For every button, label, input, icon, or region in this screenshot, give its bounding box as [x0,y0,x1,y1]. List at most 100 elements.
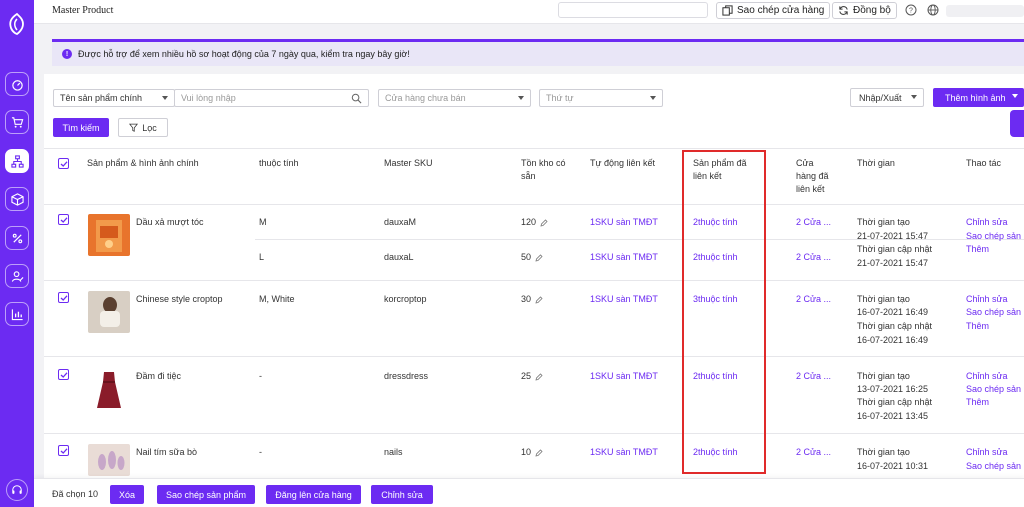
topbar: Master Product Sao chép cửa hàng Đồng bộ… [34,0,1024,24]
bulk-action-bar: Đã chọn 10 Xóa Sao chép sản phẩm Đăng lê… [34,478,1024,507]
search-input[interactable]: Vui lòng nhập [174,89,369,107]
linked-stores-value[interactable]: 2 Cửa ... [796,216,831,229]
checkbox-checked-icon [60,294,67,301]
import-export-button[interactable]: Nhập/Xuất [850,88,924,107]
floating-action-button[interactable] [1010,110,1024,137]
top-search-input[interactable] [558,2,708,18]
linked-stores-value[interactable]: 2 Cửa ... [796,293,831,306]
edit-icon[interactable] [535,373,543,381]
logo-icon[interactable] [5,12,29,36]
linked-stores-value[interactable]: 2 Cửa ... [796,251,831,264]
created-label: Thời gian tạo [857,447,910,457]
percent-icon[interactable] [5,226,29,250]
chevron-down-icon [911,95,917,99]
row-checkbox[interactable] [58,292,69,303]
notice-banner: ! Được hỗ trợ để xem nhiều hồ sơ hoạt độ… [52,39,1024,66]
svg-text:?: ? [909,8,913,15]
post-to-store-button[interactable]: Đăng lên cửa hàng [266,485,361,504]
header-time: Thời gian [857,158,895,168]
created-time: 21-07-2021 15:47 [857,231,929,241]
users-icon[interactable] [5,264,29,288]
import-export-label: Nhập/Xuất [859,92,902,103]
delete-label: Xóa [118,489,135,500]
more-link[interactable]: Thêm [966,243,989,256]
auto-link-value[interactable]: 1SKU sàn TMĐT [590,370,658,383]
header-actions: Thao tác [966,158,1002,168]
more-link[interactable]: Thêm [966,396,989,409]
created-label: Thời gian tạo [857,371,910,381]
search-button-label: Tìm kiếm [62,122,100,133]
product-name[interactable]: Nail tím sữa bò [136,446,197,459]
user-menu[interactable] [946,5,1024,17]
globe-icon[interactable] [927,4,939,16]
copy-store-button[interactable]: Sao chép cửa hàng [716,2,831,19]
linked-products-highlight [682,150,766,474]
copy-product-button[interactable]: Sao chép sản phẩm [157,485,255,504]
auto-link-value[interactable]: 1SKU sàn TMĐT [590,216,658,229]
bulk-edit-button[interactable]: Chỉnh sửa [371,485,433,504]
delete-button[interactable]: Xóa [110,485,144,504]
search-button[interactable]: Tìm kiếm [53,118,109,137]
edit-link[interactable]: Chỉnh sửa [966,216,1008,229]
edit-link[interactable]: Chỉnh sửa [966,293,1008,306]
row-checkbox[interactable] [58,214,69,225]
master-sku: korcroptop [384,294,427,304]
product-name[interactable]: Đầm đi tiệc [136,370,181,383]
search-field-select[interactable]: Tên sản phẩm chính [53,89,175,107]
master-sku: dauxaM [384,217,417,227]
linked-stores-value[interactable]: 2 Cửa ... [796,370,831,383]
copy-product-link[interactable]: Sao chép sản p [966,460,1024,473]
stock-value: 10 [521,446,543,459]
sort-select[interactable]: Thứ tự [539,89,663,107]
product-name[interactable]: Chinese style croptop [136,293,223,306]
sync-button[interactable]: Đồng bộ [832,2,897,19]
headset-icon[interactable] [6,479,28,501]
store-select[interactable]: Cửa hàng chưa bán [378,89,531,107]
search-icon[interactable] [351,93,362,104]
copy-product-link[interactable]: Sao chép sản p [966,306,1024,319]
add-image-button[interactable]: Thêm hình ảnh [933,88,1024,107]
copy-product-link[interactable]: Sao chép sản p [966,383,1024,396]
created-time: 16-07-2021 10:31 [857,461,929,471]
product-tree-icon[interactable] [5,149,29,173]
stock-value: 30 [521,293,543,306]
auto-link-value[interactable]: 1SKU sàn TMĐT [590,293,658,306]
edit-link[interactable]: Chỉnh sửa [966,446,1008,459]
product-thumbnail [88,291,130,333]
row-checkbox[interactable] [58,445,69,456]
chart-icon[interactable] [5,302,29,326]
divider [44,148,1024,149]
checkbox-checked-icon [60,447,67,454]
edit-icon[interactable] [535,254,543,262]
edit-icon[interactable] [535,296,543,304]
row-checkbox[interactable] [58,369,69,380]
box-icon[interactable] [5,187,29,211]
header-master-sku: Master SKU [384,158,433,168]
select-all-checkbox[interactable] [58,158,69,169]
sort-placeholder: Thứ tự [546,93,574,103]
stock-number: 120 [521,217,537,227]
attribute-value: L [259,252,265,262]
more-link[interactable]: Thêm [966,320,989,333]
stock-value: 50 [521,251,543,264]
cart-icon[interactable] [5,110,29,134]
edit-link[interactable]: Chỉnh sửa [966,370,1008,383]
auto-link-value[interactable]: 1SKU sàn TMĐT [590,251,658,264]
edit-icon[interactable] [535,449,543,457]
product-name[interactable]: Dầu xả mượt tóc [136,216,203,229]
copy-product-link[interactable]: Sao chép sản p [966,230,1024,243]
attribute-value: M [259,217,267,227]
auto-link-value[interactable]: 1SKU sàn TMĐT [590,446,658,459]
divider [44,280,1024,281]
post-to-store-label: Đăng lên cửa hàng [275,489,352,500]
dashboard-icon[interactable] [5,72,29,96]
product-thumbnail [88,368,130,410]
linked-stores-value[interactable]: 2 Cửa ... [796,446,831,459]
filter-button[interactable]: Lọc [118,118,168,137]
copy-icon [722,5,733,16]
edit-icon[interactable] [540,219,548,227]
created-label: Thời gian tạo [857,217,910,227]
help-icon[interactable]: ? [905,4,917,16]
checkbox-checked-icon [60,160,67,167]
sidebar [0,0,34,507]
